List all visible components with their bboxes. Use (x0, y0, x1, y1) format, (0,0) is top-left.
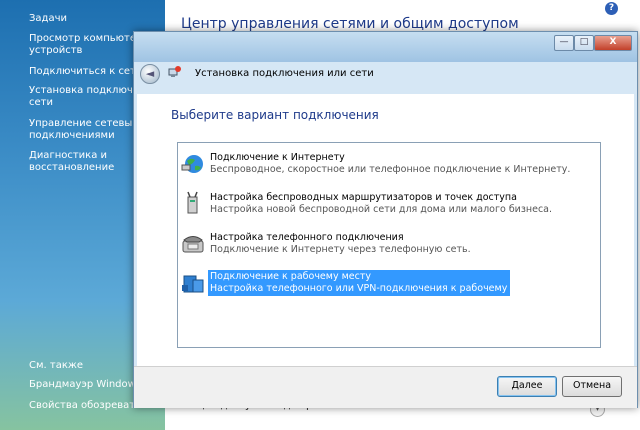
sidebar-item-view-computers[interactable]: Просмотр компьютеро устройств (29, 33, 149, 57)
connection-options-list: Подключение к Интернету Беспроводное, ск… (177, 142, 601, 348)
title-bar[interactable]: — □ X (134, 32, 637, 62)
dialog-content: Выберите вариант подключения Подключение… (137, 94, 634, 366)
page-title: Выберите вариант подключения (171, 108, 379, 122)
next-button[interactable]: Далее (497, 376, 557, 397)
option-description: Беспроводное, скоростное или телефонное … (210, 164, 571, 175)
network-setup-icon (168, 66, 181, 77)
option-description: Настройка телефонного или VPN-подключени… (210, 283, 543, 294)
setup-connection-dialog: — □ X ◄ Установка подключения или сети В… (133, 31, 638, 408)
option-dialup[interactable]: Настройка телефонного подключения Подклю… (181, 231, 511, 257)
phone-icon (182, 236, 204, 253)
nav-bar: ◄ Установка подключения или сети (134, 60, 637, 94)
option-description: Подключение к Интернету через телефонную… (210, 244, 471, 255)
sidebar-item-diagnostics[interactable]: Диагностика и восстановление (29, 150, 114, 174)
workplace-icon (182, 275, 204, 293)
sidebar-item-manage-connections[interactable]: Управление сетевыми подключениями (29, 118, 146, 142)
nav-title: Установка подключения или сети (195, 68, 374, 79)
background-title: Центр управления сетями и общим доступом (181, 16, 519, 32)
option-description: Настройка новой беспроводной сети для до… (210, 204, 553, 215)
option-title: Настройка телефонного подключения (210, 232, 404, 243)
minimize-button[interactable]: — (554, 35, 574, 51)
option-workplace[interactable]: Подключение к рабочему месту Настройка т… (181, 270, 543, 296)
sidebar-item-connect[interactable]: Подключиться к сети (29, 66, 142, 78)
option-internet[interactable]: Подключение к Интернету Беспроводное, ск… (181, 151, 570, 177)
help-icon[interactable]: ? (605, 2, 618, 15)
option-title: Подключение к рабочему месту (210, 271, 371, 282)
sidebar-see-also-heading: См. также (29, 360, 84, 371)
router-icon (187, 191, 198, 214)
dialog-footer: Далее Отмена (134, 366, 637, 408)
maximize-button[interactable]: □ (574, 35, 594, 51)
globe-icon (181, 155, 203, 173)
option-wireless-router[interactable]: Настройка беспроводных маршрутизаторов и… (181, 191, 552, 217)
option-title: Подключение к Интернету (210, 152, 345, 163)
cancel-button[interactable]: Отмена (562, 376, 622, 397)
sidebar-tasks-heading: Задачи (29, 13, 67, 24)
close-button[interactable]: X (594, 35, 632, 51)
back-button[interactable]: ◄ (140, 64, 160, 84)
sidebar-item-firewall[interactable]: Брандмауэр Windows (29, 379, 141, 391)
option-title: Настройка беспроводных маршрутизаторов и… (210, 192, 517, 203)
